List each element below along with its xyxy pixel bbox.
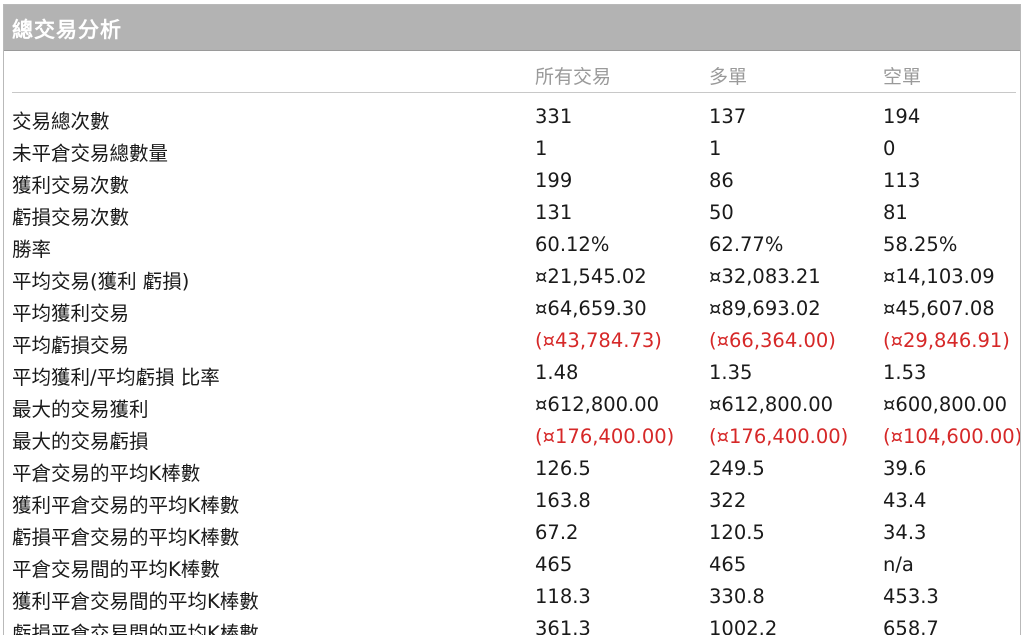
value-long: 86: [709, 169, 734, 192]
value-all-trades: 131: [535, 201, 573, 224]
value-short: ¤600,800.00: [883, 393, 1008, 416]
row-label: 最大的交易獲利: [12, 398, 149, 421]
row-label: 未平倉交易總數量: [12, 142, 169, 165]
value-all-trades: 361.3: [535, 617, 591, 635]
table-row: 獲利平倉交易的平均K棒數 163.8 322 43.4: [4, 484, 1020, 517]
value-short: ¤14,103.09: [883, 265, 995, 288]
column-header-short: 空單: [883, 66, 922, 88]
value-long: 120.5: [709, 521, 765, 544]
table-row: 交易總次數 331 137 194: [4, 100, 1020, 133]
value-short: 113: [883, 169, 921, 192]
value-short: 39.6: [883, 457, 927, 480]
table-row: 未平倉交易總數量 1 1 0: [4, 132, 1020, 165]
value-short: 81: [883, 201, 908, 224]
value-long: ¤89,693.02: [709, 297, 821, 320]
column-header-row: 所有交易 多單 空單: [4, 57, 1020, 93]
row-label: 虧損平倉交易的平均K棒數: [12, 526, 240, 549]
value-long: 322: [709, 489, 747, 512]
value-all-trades: 1.48: [535, 361, 579, 384]
value-all-trades: 1: [535, 137, 548, 160]
value-all-trades: (¤176,400.00): [535, 425, 675, 448]
column-header-long: 多單: [709, 66, 748, 88]
value-all-trades: 465: [535, 553, 573, 576]
value-short: 1.53: [883, 361, 927, 384]
value-short: 453.3: [883, 585, 939, 608]
table-row: 平倉交易間的平均K棒數 465 465 n/a: [4, 548, 1020, 581]
value-short: 43.4: [883, 489, 927, 512]
row-label: 獲利平倉交易的平均K棒數: [12, 494, 240, 517]
row-label: 平均獲利交易: [12, 302, 130, 325]
value-all-trades: ¤21,545.02: [535, 265, 647, 288]
value-short: n/a: [883, 553, 914, 576]
table-row: 平均獲利交易 ¤64,659.30 ¤89,693.02 ¤45,607.08: [4, 292, 1020, 325]
value-long: (¤66,364.00): [709, 329, 836, 352]
value-short: 0: [883, 137, 896, 160]
value-long: ¤32,083.21: [709, 265, 821, 288]
value-long: 62.77%: [709, 233, 784, 256]
value-short: ¤45,607.08: [883, 297, 995, 320]
value-all-trades: 331: [535, 105, 573, 128]
value-all-trades: 60.12%: [535, 233, 610, 256]
table-row: 平均交易(獲利 虧損) ¤21,545.02 ¤32,083.21 ¤14,103.0…: [4, 260, 1020, 293]
trade-analysis-panel: 總交易分析 所有交易 多單 空單 交易總次數 331 137 194 未平倉交易總數量 1…: [3, 4, 1021, 635]
row-label: 獲利平倉交易間的平均K棒數: [12, 590, 259, 613]
table-row: 虧損平倉交易間的平均K棒數 361.3 1002.2 658.7: [4, 612, 1020, 635]
table-row: 平均虧損交易 (¤43,784.73) (¤66,364.00) (¤29,846.9…: [4, 324, 1020, 357]
table-row: 獲利平倉交易間的平均K棒數 118.3 330.8 453.3: [4, 580, 1020, 613]
table-row: 勝率 60.12% 62.77% 58.25%: [4, 228, 1020, 261]
value-all-trades: 199: [535, 169, 573, 192]
row-label: 勝率: [12, 238, 52, 261]
value-long: ¤612,800.00: [709, 393, 834, 416]
panel-title-bar: 總交易分析: [4, 5, 1020, 51]
row-label: 最大的交易虧損: [12, 430, 149, 453]
value-long: 1: [709, 137, 722, 160]
table-row: 獲利交易次數 199 86 113: [4, 164, 1020, 197]
value-all-trades: 126.5: [535, 457, 591, 480]
value-long: 1002.2: [709, 617, 778, 635]
value-all-trades: 67.2: [535, 521, 579, 544]
value-short: 58.25%: [883, 233, 958, 256]
value-all-trades: (¤43,784.73): [535, 329, 662, 352]
table-row: 虧損交易次數 131 50 81: [4, 196, 1020, 229]
value-long: 330.8: [709, 585, 765, 608]
value-all-trades: ¤64,659.30: [535, 297, 647, 320]
table-row: 平均獲利/平均虧損 比率 1.48 1.35 1.53: [4, 356, 1020, 389]
row-label: 平均交易(獲利 虧損): [12, 270, 190, 293]
row-label: 平倉交易間的平均K棒數: [12, 558, 220, 581]
row-label: 虧損平倉交易間的平均K棒數: [12, 622, 259, 635]
table-row: 虧損平倉交易的平均K棒數 67.2 120.5 34.3: [4, 516, 1020, 549]
value-long: 465: [709, 553, 747, 576]
row-label: 平倉交易的平均K棒數: [12, 462, 201, 485]
row-label: 虧損交易次數: [12, 206, 130, 229]
value-long: 1.35: [709, 361, 753, 384]
header-divider: [12, 92, 1016, 93]
table-row: 最大的交易獲利 ¤612,800.00 ¤612,800.00 ¤600,800.00: [4, 388, 1020, 421]
row-label: 獲利交易次數: [12, 174, 130, 197]
table-row: 最大的交易虧損 (¤176,400.00) (¤176,400.00) (¤104,6…: [4, 420, 1021, 453]
value-all-trades: 163.8: [535, 489, 591, 512]
table-row: 平倉交易的平均K棒數 126.5 249.5 39.6: [4, 452, 1020, 485]
value-long: 249.5: [709, 457, 765, 480]
row-label: 平均虧損交易: [12, 334, 130, 357]
value-long: 137: [709, 105, 747, 128]
value-short: (¤29,846.91): [883, 329, 1010, 352]
value-short: 194: [883, 105, 921, 128]
value-short: 658.7: [883, 617, 939, 635]
value-all-trades: ¤612,800.00: [535, 393, 660, 416]
column-header-all-trades: 所有交易: [535, 66, 612, 88]
value-all-trades: 118.3: [535, 585, 591, 608]
value-long: (¤176,400.00): [709, 425, 849, 448]
row-label: 平均獲利/平均虧損 比率: [12, 366, 220, 389]
value-long: 50: [709, 201, 734, 224]
value-short: 34.3: [883, 521, 927, 544]
panel-title: 總交易分析: [12, 18, 122, 42]
value-short: (¤104,600.00): [883, 425, 1021, 448]
row-label: 交易總次數: [12, 110, 110, 133]
